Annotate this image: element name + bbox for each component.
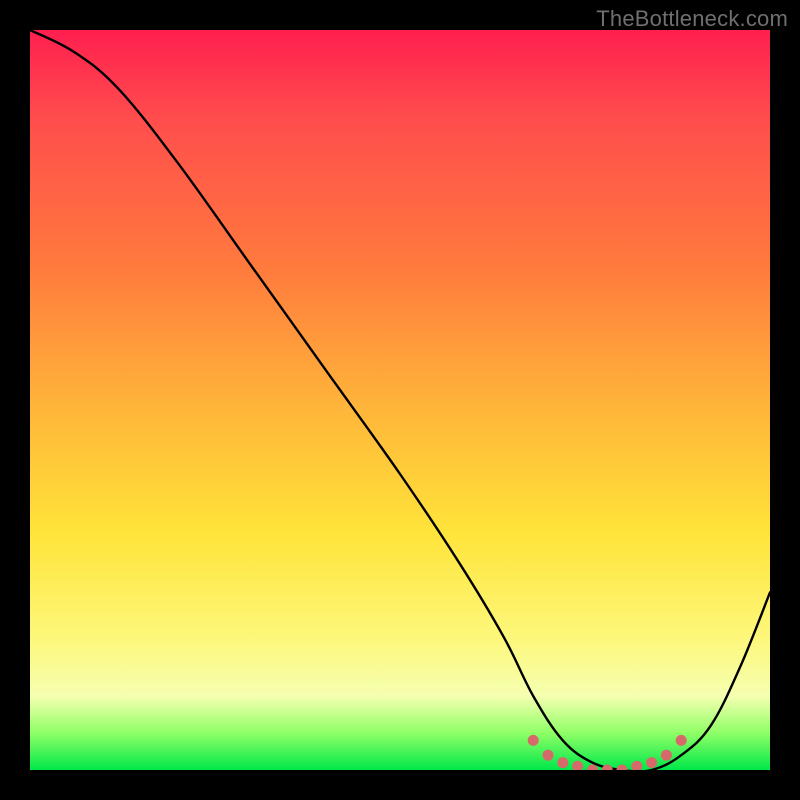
watermark-text: TheBottleneck.com [596, 6, 788, 32]
sweet-spot-dot [557, 757, 568, 768]
sweet-spot-dot [602, 765, 613, 771]
sweet-spot-dot [528, 735, 539, 746]
sweet-spot-dot [661, 750, 672, 761]
sweet-spot-dot [617, 765, 628, 771]
chart-frame: TheBottleneck.com [0, 0, 800, 800]
sweet-spot-dots [528, 735, 687, 770]
sweet-spot-dot [676, 735, 687, 746]
bottleneck-curve-svg [30, 30, 770, 770]
sweet-spot-dot [572, 761, 583, 770]
sweet-spot-dot [646, 757, 657, 768]
sweet-spot-dot [631, 761, 642, 770]
bottleneck-curve-path [30, 30, 770, 770]
plot-area [30, 30, 770, 770]
sweet-spot-dot [543, 750, 554, 761]
